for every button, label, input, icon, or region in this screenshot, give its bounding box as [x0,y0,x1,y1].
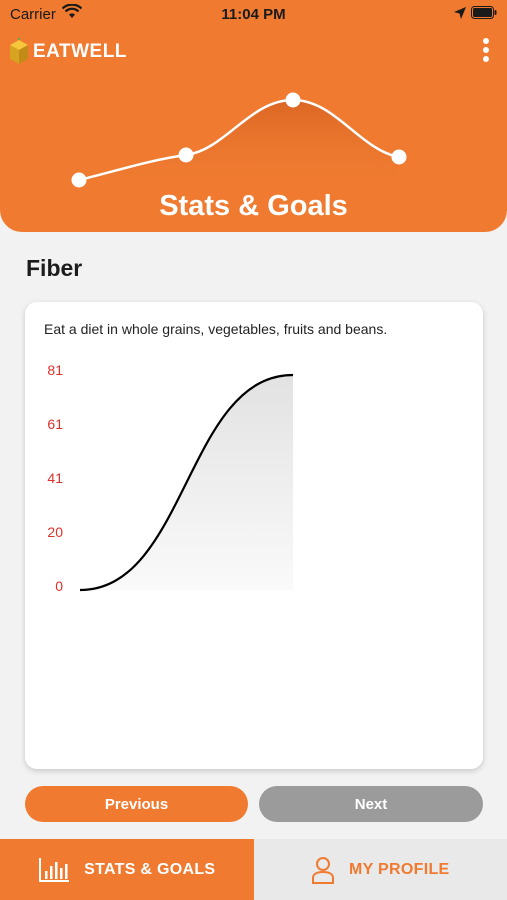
logo-text: EATWELL [33,41,127,62]
fiber-chart: 81 61 41 20 0 [47,362,294,594]
section-title: Fiber [26,255,83,281]
bar-chart-icon [39,857,70,882]
y-tick-label: 61 [47,416,63,432]
page-title: Stats & Goals [159,190,348,222]
header: Carrier 11:04 PM EATWELL Stats & Goals [0,0,507,232]
fiber-card: Eat a diet in whole grains, vegetables, … [25,302,483,769]
previous-button[interactable]: Previous [25,786,248,822]
tab-bar: STATS & GOALS MY PROFILE [0,839,507,900]
clock: 11:04 PM [221,6,286,23]
status-bar: Carrier 11:04 PM [0,0,507,28]
battery-icon [471,6,497,19]
tab-label: MY PROFILE [349,860,450,878]
header-graph-decoration [71,92,407,190]
y-tick-label: 81 [47,362,63,378]
y-tick-label: 0 [55,578,63,594]
next-button[interactable]: Next [259,786,483,822]
y-tick-label: 41 [47,470,63,486]
app-logo: EATWELL [8,38,127,66]
more-menu-icon[interactable] [481,38,491,66]
y-tick-label: 20 [47,524,63,540]
logo-icon [10,38,28,64]
tab-my-profile[interactable]: MY PROFILE [253,839,507,900]
tab-label: STATS & GOALS [84,860,216,878]
tab-stats-goals[interactable]: STATS & GOALS [0,839,254,900]
person-icon [312,856,334,884]
location-arrow-icon [454,7,466,19]
